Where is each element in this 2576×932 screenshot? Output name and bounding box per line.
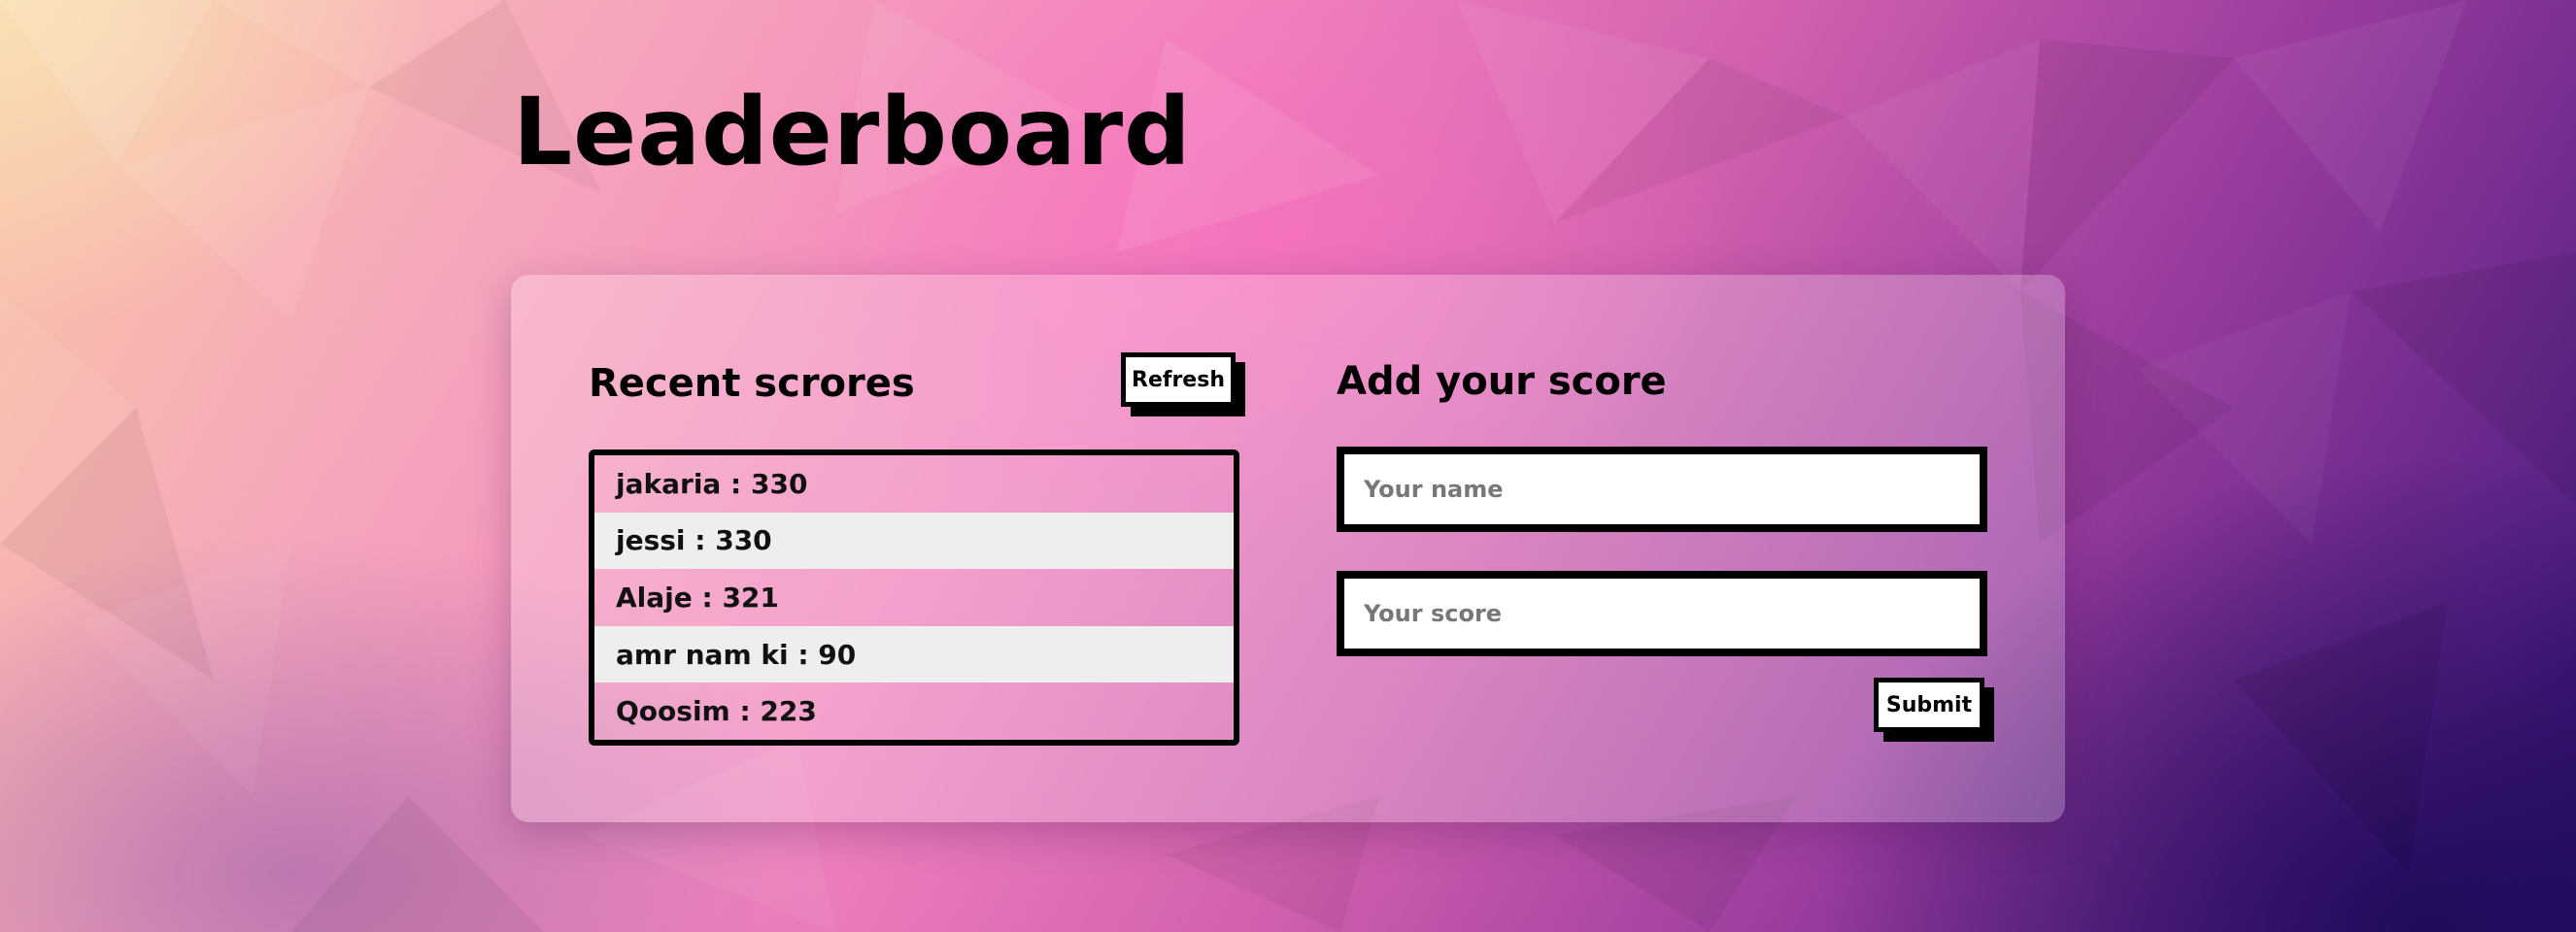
submit-button-wrapper: Submit [1874,678,1994,742]
page-title: Leaderboard [513,78,1192,186]
list-item: jakaria : 330 [616,467,808,500]
score-list: jakaria : 330 jessi : 330 Alaje : 321 am… [589,449,1239,746]
leaderboard-card: Recent scrores Refresh jakaria : 330 jes… [511,275,2065,822]
recent-scores-title: Recent scrores [589,361,915,406]
list-item: Qoosim : 223 [616,695,817,728]
refresh-button[interactable]: Refresh [1121,352,1236,407]
score-input[interactable] [1337,571,1987,656]
refresh-button-wrapper: Refresh [1121,352,1245,416]
submit-button[interactable]: Submit [1874,678,1984,732]
name-input[interactable] [1337,447,1987,532]
list-item: Alaje : 321 [616,581,779,614]
list-item: jessi : 330 [594,512,1234,570]
list-item: amr nam ki : 90 [594,625,1234,683]
add-score-title: Add your score [1337,359,1667,404]
